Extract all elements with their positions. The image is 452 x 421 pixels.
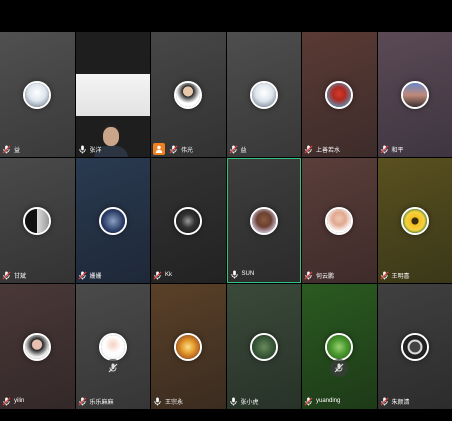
participant-name: 益 — [240, 147, 247, 154]
mic-icon — [78, 144, 87, 154]
participant-tile[interactable]: 张小虎 — [226, 284, 301, 409]
name-bar: 姗姗 — [77, 268, 102, 282]
avatar — [325, 80, 354, 109]
participant-name: SUN — [241, 271, 255, 277]
mic-muted-icon — [2, 396, 11, 406]
mic-muted-icon — [304, 270, 313, 280]
name-bar: 王宗永 — [153, 394, 183, 408]
participant-tile[interactable]: 甘斌 — [0, 158, 75, 283]
participant-tile[interactable]: 姗姗 — [75, 158, 150, 283]
participant-name: 甘斌 — [14, 273, 27, 280]
mic-muted-icon — [379, 396, 389, 406]
mic-muted-icon — [228, 144, 238, 154]
participant-name: 和平 — [391, 147, 404, 154]
participant-name: 伟光 — [181, 147, 194, 154]
muted-mic-overlay-icon — [330, 359, 349, 377]
participant-name: 益 — [14, 147, 21, 154]
participant-tile[interactable]: 何云鹏 — [302, 158, 377, 283]
name-bar: yilin — [2, 394, 24, 408]
participant-tile[interactable]: yuanding — [302, 284, 377, 409]
mic-muted-icon — [379, 144, 389, 154]
avatar — [174, 332, 203, 361]
avatar — [400, 332, 429, 361]
avatar — [98, 332, 127, 361]
host-icon — [153, 143, 165, 155]
participant-tile[interactable]: SUN — [226, 158, 301, 283]
name-bar: 王明喜 — [379, 268, 410, 282]
participant-tile[interactable]: 乐乐麻麻 — [75, 284, 150, 409]
participant-tile[interactable]: 王明喜 — [377, 158, 452, 283]
mic-muted-icon — [153, 270, 162, 280]
participant-name: 乐乐麻麻 — [89, 399, 114, 406]
avatar — [174, 80, 203, 109]
name-bar: 甘斌 — [2, 268, 26, 282]
avatar — [23, 206, 52, 235]
muted-mic-overlay-icon — [103, 359, 122, 377]
participant-tile[interactable]: 益 — [0, 32, 75, 157]
avatar — [174, 206, 203, 235]
participant-name: yilin — [14, 398, 25, 404]
participant-name: 张洋 — [89, 147, 102, 154]
participant-name: 朱颜清 — [391, 399, 410, 406]
participant-tile[interactable]: 伟光 — [151, 32, 226, 157]
participant-tile[interactable]: 上善若水 — [302, 32, 377, 157]
avatar — [400, 80, 429, 109]
participant-tile[interactable]: yilin — [0, 284, 75, 409]
avatar — [249, 332, 278, 361]
avatar — [98, 206, 127, 235]
participant-name: 何云鹏 — [316, 273, 335, 280]
avatar — [249, 206, 278, 235]
mic-icon — [153, 396, 162, 406]
participant-tile[interactable]: 益 — [226, 32, 301, 157]
participant-name: 上善若水 — [316, 147, 341, 154]
name-bar: yuanding — [304, 394, 340, 408]
name-bar: 益 — [2, 142, 20, 156]
participant-tile[interactable]: 和平 — [377, 32, 452, 157]
mic-icon — [229, 396, 238, 406]
name-bar: 伟光 — [153, 142, 193, 156]
name-bar: 张洋 — [78, 142, 102, 156]
name-bar: 乐乐麻麻 — [77, 394, 114, 408]
name-bar: 朱颜清 — [379, 394, 410, 408]
name-bar: SUN — [230, 267, 255, 281]
avatar — [400, 206, 429, 235]
name-bar: 和平 — [379, 142, 404, 156]
mic-muted-icon — [169, 144, 178, 154]
participant-name: Kk — [165, 272, 173, 278]
participant-tile[interactable]: 张洋 — [75, 32, 150, 157]
mic-muted-icon — [379, 270, 389, 280]
participant-grid: 益 张洋 伟光 益 上善若水 和平甘斌 姗姗 Kk SUN 何云鹏 王明喜 yilin 乐乐麻麻 王宗永 张… — [0, 32, 452, 409]
name-bar: Kk — [153, 268, 172, 282]
avatar — [23, 80, 52, 109]
name-bar: 张小虎 — [229, 394, 259, 408]
mic-muted-icon — [2, 270, 11, 280]
avatar — [325, 206, 354, 235]
participant-name: 王宗永 — [165, 399, 184, 406]
name-bar: 何云鹏 — [304, 268, 334, 282]
avatar — [249, 80, 278, 109]
participant-tile[interactable]: 朱颜清 — [377, 284, 452, 409]
name-bar: 益 — [228, 142, 247, 156]
participant-name: 张小虎 — [240, 399, 259, 406]
avatar — [23, 332, 52, 361]
mic-muted-icon — [2, 144, 11, 154]
camera-feed — [75, 74, 150, 157]
mic-icon — [230, 269, 239, 279]
participant-name: yuanding — [316, 398, 341, 404]
participant-tile[interactable]: Kk — [151, 158, 226, 283]
mic-muted-icon — [304, 396, 313, 406]
mic-muted-icon — [304, 144, 313, 154]
participant-name: 姗姗 — [89, 273, 102, 280]
avatar — [325, 332, 354, 361]
mic-muted-icon — [77, 270, 87, 280]
participant-name: 王明喜 — [391, 273, 410, 280]
participant-tile[interactable]: 王宗永 — [151, 284, 226, 409]
mic-muted-icon — [77, 396, 87, 406]
name-bar: 上善若水 — [304, 142, 340, 156]
